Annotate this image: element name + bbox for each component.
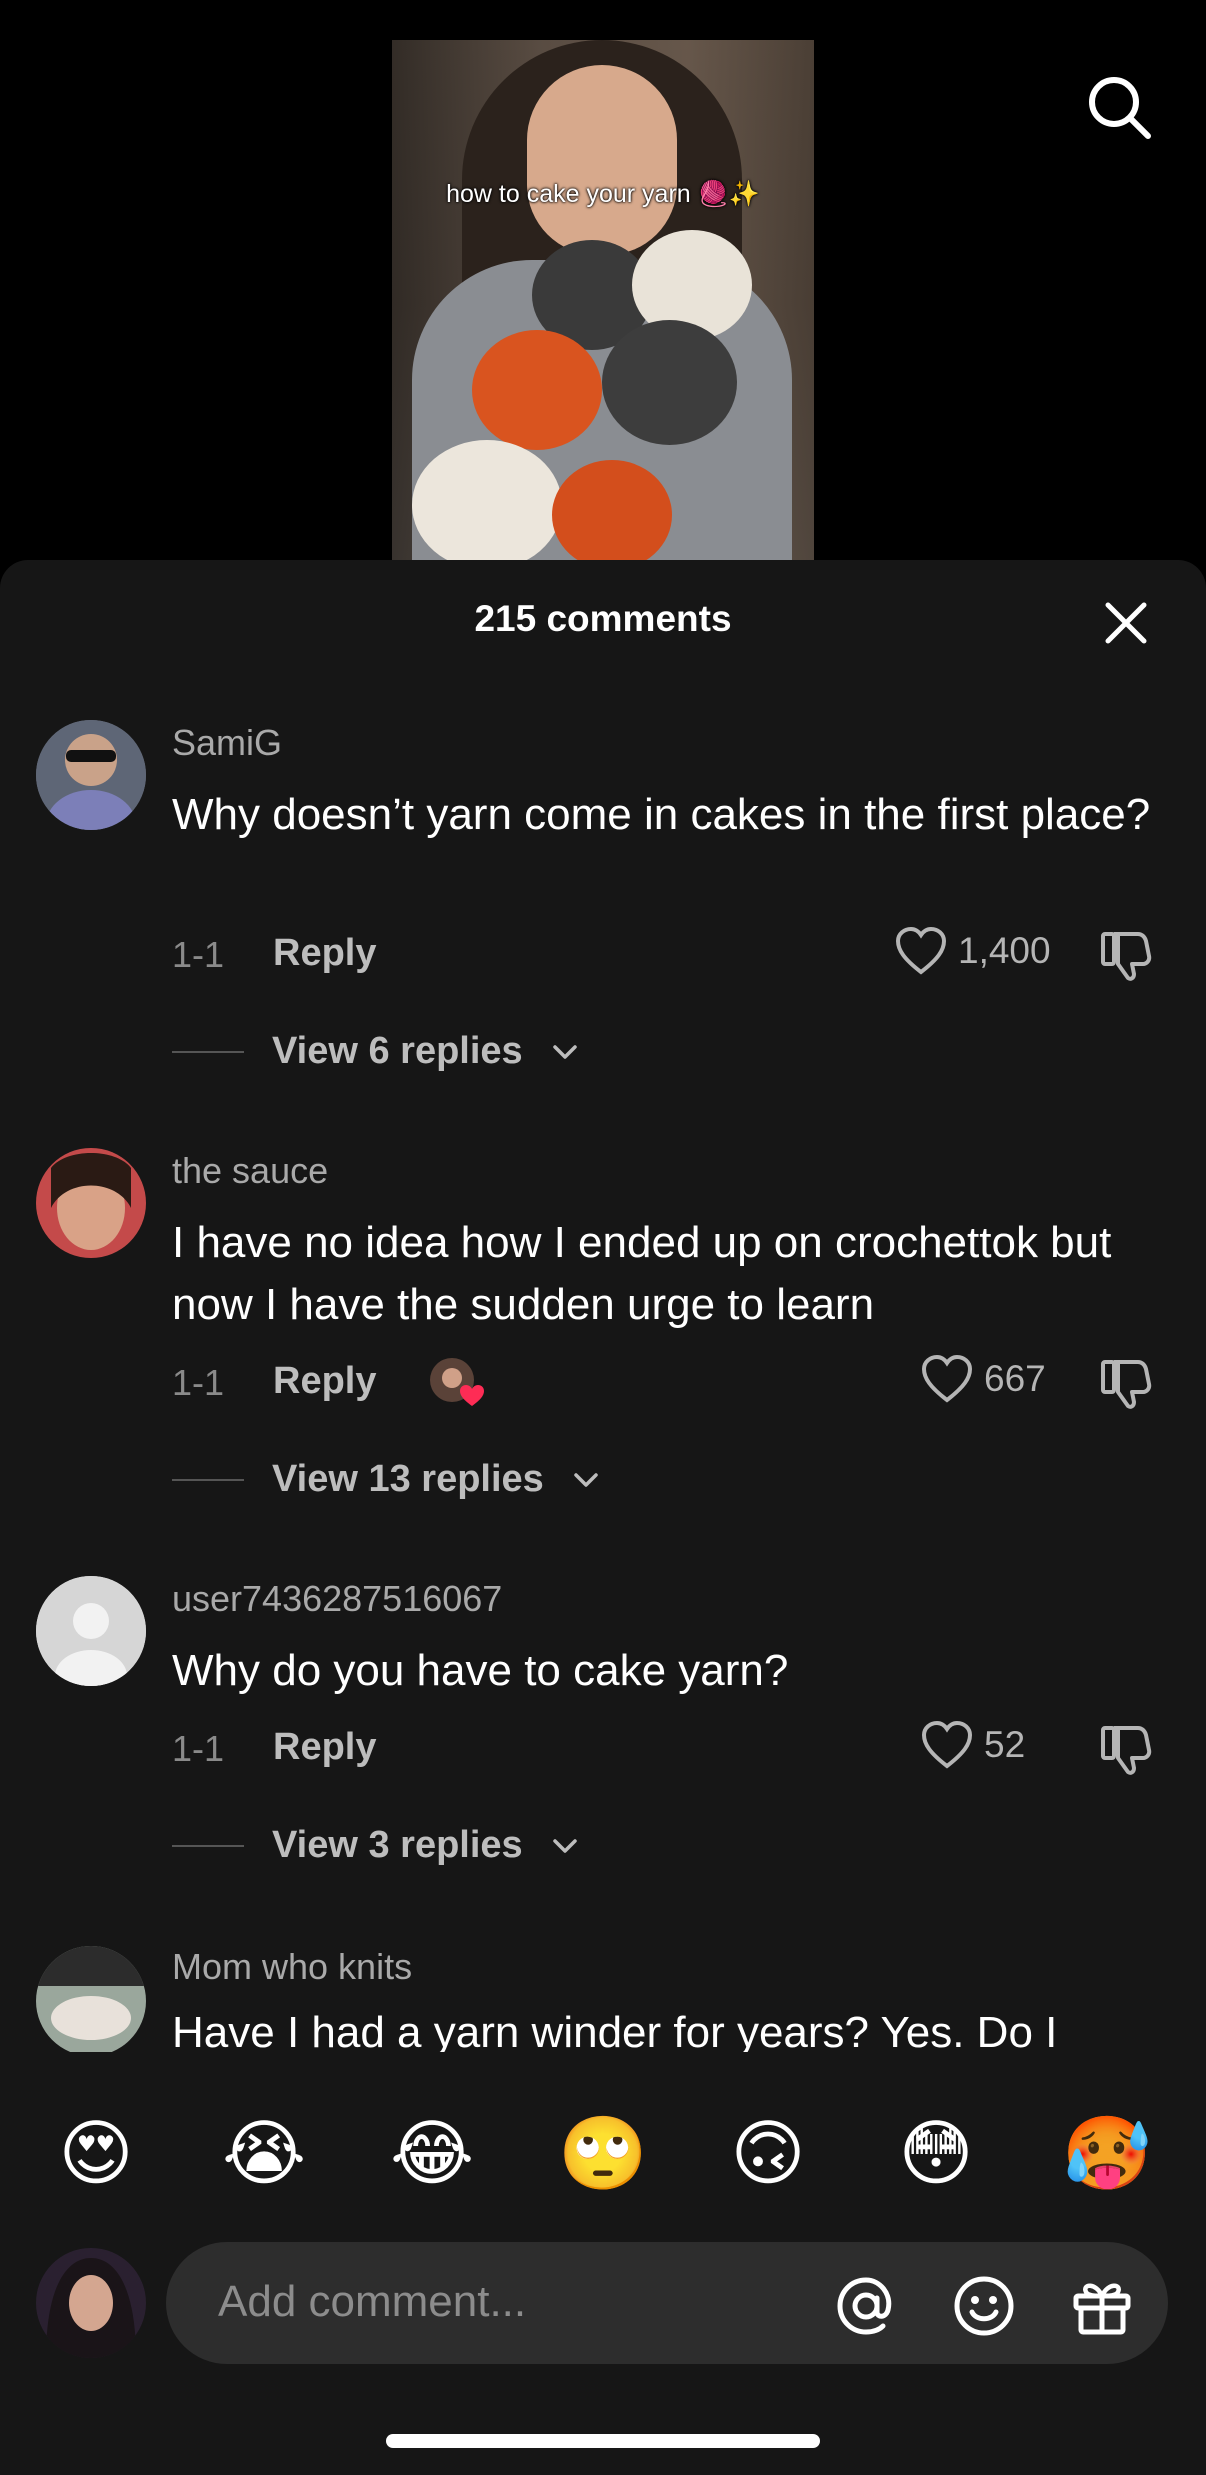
- at-icon[interactable]: [834, 2274, 898, 2338]
- comment-username[interactable]: the sauce: [172, 1150, 328, 1192]
- yarn-ball-dark: [602, 320, 737, 445]
- search-icon[interactable]: [1084, 72, 1154, 142]
- thumbnail-face: [527, 65, 677, 255]
- like-button[interactable]: 52: [920, 1720, 1025, 1770]
- yarn-ball-orange: [552, 460, 672, 570]
- like-button[interactable]: 1,400: [894, 926, 1051, 976]
- gift-icon[interactable]: [1070, 2274, 1134, 2338]
- comment-input-placeholder: Add comment...: [218, 2277, 527, 2326]
- my-avatar: [36, 2248, 146, 2358]
- comment-username[interactable]: user7436287516067: [172, 1578, 502, 1620]
- comment-text: Why doesn’t yarn come in cakes in the fi…: [172, 790, 1151, 839]
- like-count: 1,400: [958, 930, 1051, 971]
- reply-button[interactable]: Reply: [273, 1726, 376, 1769]
- view-replies-label: View 3 replies: [272, 1824, 523, 1866]
- chevron-down-icon: [552, 1838, 577, 1853]
- view-replies-button[interactable]: View 3 replies: [172, 1824, 579, 1867]
- chevron-down-icon: [574, 1472, 598, 1487]
- comment-text: I have no idea how I ended up on crochet…: [172, 1218, 1112, 1329]
- comment-text: Have I had a yarn winder for years? Yes.…: [172, 2008, 1058, 2052]
- yarn-ball-orange: [472, 330, 602, 450]
- emoji-upside-down[interactable]: 🙃: [726, 2112, 810, 2196]
- video-preview-area: how to cake your yarn 🧶✨: [0, 0, 1206, 570]
- avatar-image: [36, 720, 146, 830]
- emoji-eye-roll[interactable]: 🙄: [558, 2112, 648, 2196]
- comment-input[interactable]: Add comment...: [166, 2242, 1168, 2364]
- creator-liked-badge: [428, 1356, 484, 1412]
- comment-date: 1-1: [172, 1362, 225, 1403]
- thumbs-down-icon[interactable]: [1098, 1722, 1154, 1778]
- view-replies-button[interactable]: View 13 replies: [172, 1458, 600, 1501]
- emoji-hot-face[interactable]: 🥵: [1062, 2112, 1152, 2196]
- like-count: 52: [984, 1724, 1026, 1765]
- emoji-flushed[interactable]: 😳: [894, 2112, 978, 2196]
- comment-username[interactable]: SamiG: [172, 722, 282, 764]
- heart-icon: [921, 1354, 973, 1403]
- home-indicator[interactable]: [386, 2434, 820, 2448]
- thumbs-down-icon[interactable]: [1098, 928, 1154, 984]
- emoji-crying[interactable]: 😭: [222, 2112, 306, 2196]
- comment-text: Why do you have to cake yarn?: [172, 1646, 789, 1695]
- comments-count-title: 215 comments: [474, 598, 732, 639]
- video-thumbnail[interactable]: how to cake your yarn 🧶✨: [392, 40, 814, 570]
- close-icon[interactable]: [1100, 597, 1152, 649]
- default-avatar-icon: [36, 1576, 146, 1686]
- view-replies-label: View 6 replies: [272, 1030, 523, 1072]
- avatar-image: [36, 1946, 146, 2052]
- heart-icon: [895, 926, 947, 975]
- like-count: 667: [984, 1358, 1046, 1399]
- reply-button[interactable]: Reply: [273, 932, 376, 975]
- avatar[interactable]: [36, 1148, 146, 1258]
- reply-button[interactable]: Reply: [273, 1360, 376, 1403]
- comment-date: 1-1: [172, 934, 225, 975]
- avatar-image: [36, 2248, 146, 2358]
- yarn-ball-cream: [412, 440, 562, 570]
- avatar[interactable]: [36, 1946, 146, 2052]
- view-replies-button[interactable]: View 6 replies: [172, 1030, 579, 1073]
- comment-item: Mom who knits Have I had a yarn winder f…: [0, 1940, 1206, 2052]
- chevron-down-icon: [552, 1044, 577, 1059]
- avatar[interactable]: [36, 720, 146, 830]
- comment-username[interactable]: Mom who knits: [172, 1946, 412, 1988]
- thumbs-down-icon[interactable]: [1098, 1356, 1154, 1412]
- avatar[interactable]: [36, 1576, 146, 1686]
- heart-icon: [921, 1720, 973, 1769]
- avatar-image: [36, 1148, 146, 1258]
- view-replies-label: View 13 replies: [272, 1458, 544, 1500]
- divider-line: [172, 1050, 244, 1053]
- emoji-quick-bar: 😍 😭 😂 🙄 🙃 😳 🥵: [0, 2112, 1206, 2202]
- comment-date: 1-1: [172, 1728, 225, 1769]
- emoji-heart-eyes[interactable]: 😍: [54, 2112, 138, 2196]
- divider-line: [172, 1478, 244, 1481]
- emoji-laughing[interactable]: 😂: [390, 2112, 474, 2196]
- creator-avatar-heart-icon: [430, 1358, 484, 1406]
- video-caption: how to cake your yarn 🧶✨: [446, 180, 760, 208]
- divider-line: [172, 1844, 244, 1847]
- like-button[interactable]: 667: [920, 1354, 1046, 1404]
- smiley-icon[interactable]: [952, 2274, 1016, 2338]
